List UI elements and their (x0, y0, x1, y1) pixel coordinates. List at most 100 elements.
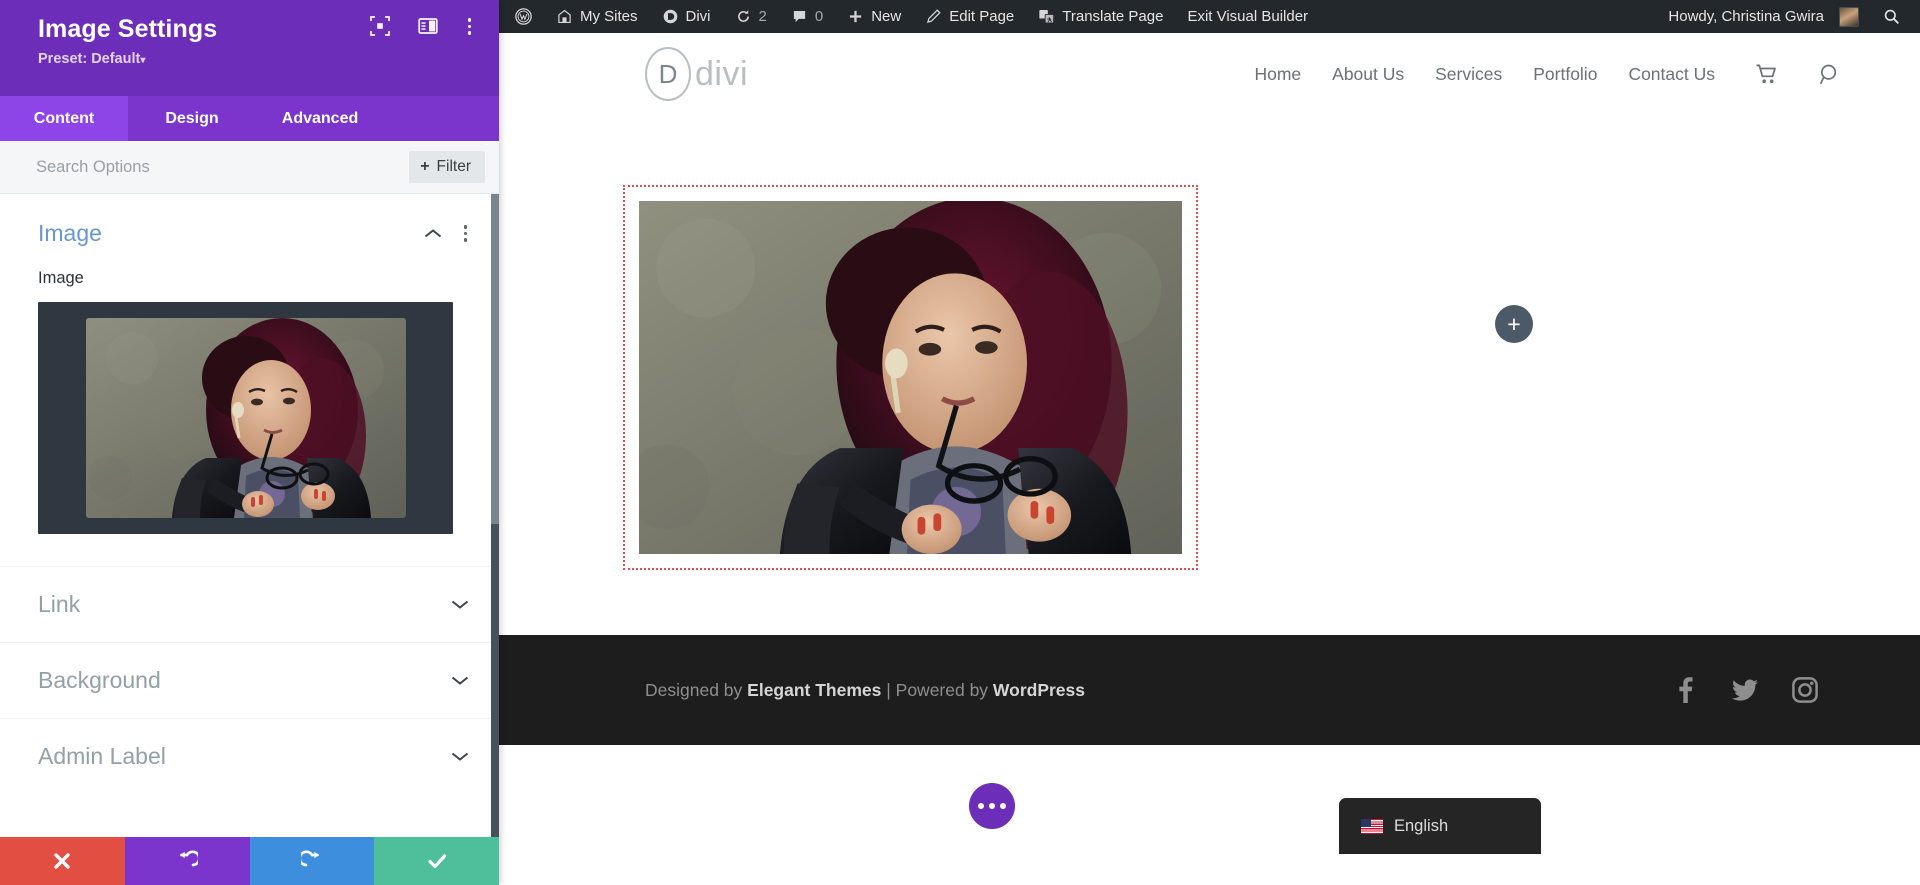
chevron-up-icon[interactable] (424, 228, 442, 239)
new-label: New (871, 8, 901, 25)
image-settings-panel: Image Settings Preset: Default▾ Content … (0, 0, 499, 885)
add-module-button[interactable]: + (1495, 305, 1533, 343)
dot (989, 803, 995, 809)
tab-advanced[interactable]: Advanced (256, 96, 384, 141)
preset-selector[interactable]: Preset: Default▾ (38, 51, 477, 67)
my-sites-menu[interactable]: My Sites (544, 0, 650, 33)
nav-item-portfolio[interactable]: Portfolio (1533, 64, 1597, 85)
footer-brand-wordpress[interactable]: WordPress (993, 680, 1085, 700)
settings-tabs: Content Design Advanced (0, 96, 499, 141)
exit-visual-builder-link[interactable]: Exit Visual Builder (1175, 0, 1320, 33)
image-field-label: Image (0, 257, 499, 288)
filter-button-label: Filter (437, 158, 471, 176)
chevron-down-icon[interactable] (451, 675, 469, 686)
focus-frame-icon[interactable] (370, 16, 390, 36)
comments-count: 0 (815, 8, 823, 25)
divi-menu[interactable]: Divi (650, 0, 723, 33)
edit-page-label: Edit Page (949, 8, 1014, 25)
nav-item-services[interactable]: Services (1435, 64, 1502, 85)
language-switcher[interactable]: English (1339, 798, 1541, 854)
settings-body: Image Image (0, 194, 499, 837)
chevron-down-icon: ▾ (140, 55, 145, 66)
footer-credit: Designed by Elegant Themes | Powered by … (645, 680, 1085, 701)
scrollbar-thumb[interactable] (491, 194, 499, 524)
accordion-item-background[interactable]: Background (0, 642, 499, 718)
language-label: English (1394, 817, 1448, 836)
accordion-item-link[interactable]: Link (0, 566, 499, 642)
wordpress-admin-bar: My Sites Divi 2 0 New Edit Page (499, 0, 1920, 33)
update-icon (735, 8, 752, 25)
chevron-down-icon[interactable] (451, 751, 469, 762)
twitter-icon[interactable] (1732, 677, 1758, 703)
settings-scrollbar[interactable] (491, 194, 499, 837)
plus-icon (847, 8, 864, 25)
divi-icon (662, 8, 679, 25)
settings-footer-actions (0, 837, 499, 885)
chevron-down-icon[interactable] (451, 599, 469, 610)
nav-item-contact-us[interactable]: Contact Us (1628, 64, 1715, 85)
site-logo[interactable]: D divi (645, 47, 748, 101)
logo-text: divi (695, 55, 748, 94)
filter-button[interactable]: + Filter (409, 151, 485, 183)
tab-content[interactable]: Content (0, 96, 128, 141)
section-image-header[interactable]: Image (0, 194, 499, 257)
footer-brand-elegant-themes[interactable]: Elegant Themes (747, 680, 881, 700)
search-icon (1883, 8, 1900, 25)
accordion-item-admin-label[interactable]: Admin Label (0, 718, 499, 794)
accordion-label: Link (38, 591, 80, 618)
tab-design[interactable]: Design (128, 96, 256, 141)
visual-builder-canvas: D divi Home About Us Services Portfolio … (499, 33, 1920, 885)
site-navigation: Home About Us Services Portfolio Contact… (1254, 63, 1842, 86)
wordpress-logo-button[interactable] (499, 0, 544, 33)
image-module[interactable] (623, 185, 1198, 570)
section-image-actions (424, 223, 470, 244)
preset-label: Preset: Default (38, 51, 140, 67)
accordion-label: Background (38, 667, 161, 694)
nav-item-about-us[interactable]: About Us (1332, 64, 1404, 85)
save-button[interactable] (374, 837, 499, 885)
sites-icon (556, 8, 573, 25)
image-preview-container[interactable] (0, 288, 499, 534)
check-icon (426, 850, 448, 872)
settings-header-actions (370, 16, 474, 37)
new-content-menu[interactable]: New (835, 0, 913, 33)
divi-label: Divi (686, 8, 711, 25)
translate-page-link[interactable]: Translate Page (1026, 0, 1175, 33)
search-icon[interactable] (1819, 63, 1842, 86)
cart-icon[interactable] (1755, 63, 1778, 86)
dot (978, 803, 984, 809)
kebab-menu-icon[interactable] (466, 16, 474, 37)
instagram-icon[interactable] (1792, 677, 1818, 703)
us-flag-icon (1361, 819, 1383, 834)
search-bar: + Filter (0, 141, 499, 194)
site-header: D divi Home About Us Services Portfolio … (499, 33, 1920, 115)
dot (1000, 803, 1006, 809)
divi-menu-fab[interactable] (969, 783, 1015, 829)
canvas-bottom-area: English (499, 745, 1920, 885)
footer-credit-mid: | Powered by (881, 680, 993, 700)
comments-menu[interactable]: 0 (779, 0, 835, 33)
layout-panel-icon[interactable] (418, 16, 438, 36)
translate-icon (1038, 8, 1055, 25)
admin-search-button[interactable] (1871, 0, 1920, 33)
facebook-icon[interactable] (1672, 677, 1698, 703)
section-kebab-menu-icon[interactable] (462, 223, 470, 244)
logo-mark: D (645, 47, 691, 101)
howdy-label: Howdy, Christina Gwira (1668, 8, 1824, 25)
redo-button[interactable] (250, 837, 375, 885)
search-input[interactable] (36, 158, 409, 177)
module-image (639, 201, 1182, 554)
comment-icon (791, 8, 808, 25)
undo-button[interactable] (125, 837, 250, 885)
settings-accordion: Link Background Admin Label (0, 566, 499, 794)
discard-button[interactable] (0, 837, 125, 885)
exit-visual-builder-label: Exit Visual Builder (1187, 8, 1308, 25)
settings-panel-header: Image Settings Preset: Default▾ (0, 0, 499, 96)
account-menu[interactable]: Howdy, Christina Gwira (1656, 0, 1871, 33)
admin-bar-right: Howdy, Christina Gwira (1656, 0, 1920, 33)
updates-menu[interactable]: 2 (723, 0, 779, 33)
edit-page-link[interactable]: Edit Page (913, 0, 1026, 33)
translate-page-label: Translate Page (1062, 8, 1163, 25)
nav-item-home[interactable]: Home (1254, 64, 1301, 85)
image-preview-frame (38, 302, 453, 534)
